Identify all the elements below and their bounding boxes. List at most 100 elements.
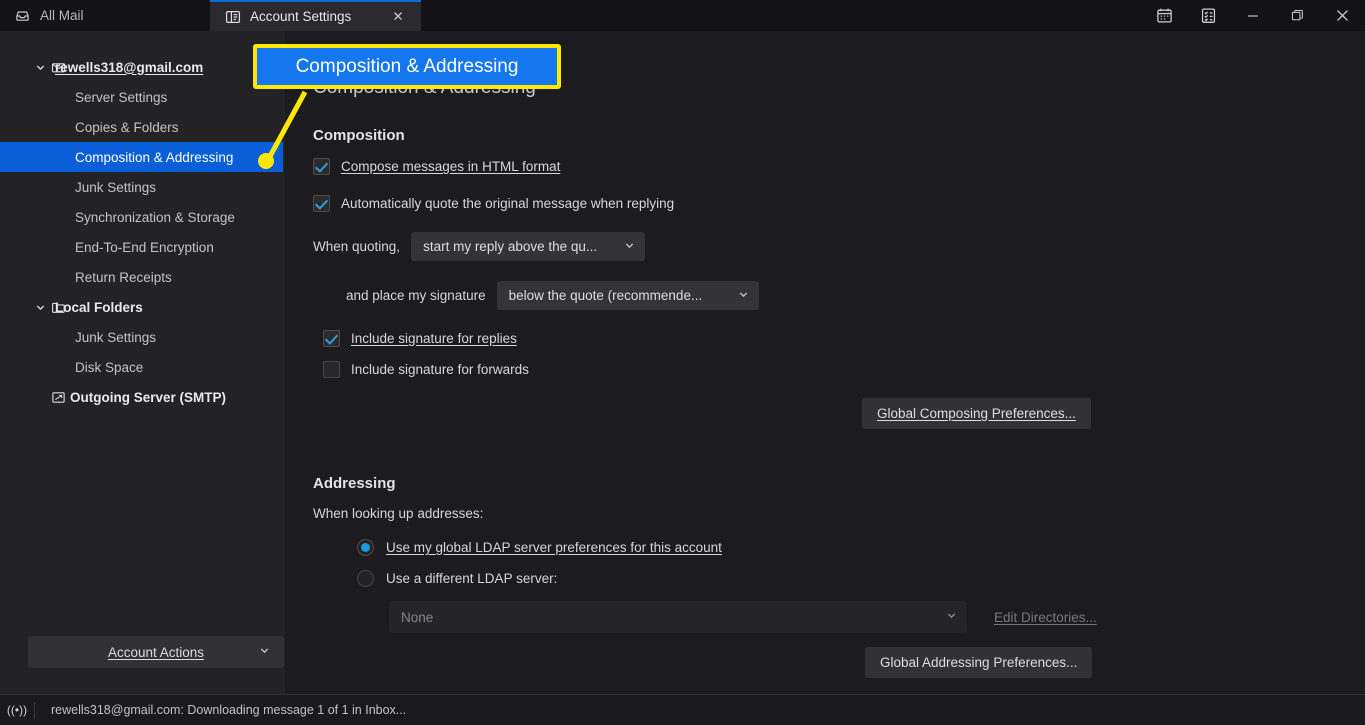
different-ldap-radio[interactable] <box>357 570 374 587</box>
different-ldap-label: Use a different LDAP server: <box>386 571 558 586</box>
sidebar-item-label: Composition & Addressing <box>75 149 234 165</box>
callout-label: Composition & Addressing <box>295 55 519 77</box>
global-addressing-label: Global Addressing Preferences... <box>880 655 1078 670</box>
lookup-addresses-label: When looking up addresses: <box>313 506 484 521</box>
activity-indicator-icon[interactable]: ((•)) <box>0 703 34 717</box>
sidebar-item-end-to-end-encryption[interactable]: End-To-End Encryption <box>0 232 285 262</box>
chevron-down-icon[interactable] <box>33 300 47 314</box>
auto-quote-row[interactable]: Automatically quote the original message… <box>313 195 1365 212</box>
tasks-icon[interactable] <box>1186 0 1230 31</box>
sidebar-item-server-settings[interactable]: Server Settings <box>0 82 285 112</box>
status-message: rewells318@gmail.com: Downloading messag… <box>51 703 407 717</box>
include-sig-forwards-row[interactable]: Include signature for forwards <box>323 361 1365 378</box>
folder-icon <box>51 300 66 315</box>
sidebar-item-composition-addressing[interactable]: Composition & Addressing <box>0 142 283 172</box>
tab-label: Account Settings <box>250 9 352 24</box>
global-composing-preferences-button[interactable]: Global Composing Preferences... <box>862 398 1091 429</box>
account-actions-button[interactable]: Account Actions <box>28 636 284 668</box>
place-signature-label: and place my signature <box>346 288 486 303</box>
smtp-server-icon <box>51 390 66 405</box>
place-signature-select[interactable]: below the quote (recommende... <box>496 281 759 310</box>
global-composing-label: Global Composing Preferences... <box>877 406 1076 421</box>
compose-html-row[interactable]: Compose messages in HTML format <box>313 158 1365 175</box>
when-quoting-value: start my reply above the qu... <box>423 239 598 254</box>
sidebar-item-label: Copies & Folders <box>75 119 179 135</box>
include-sig-replies-checkbox[interactable] <box>323 330 340 347</box>
global-ldap-radio[interactable] <box>357 539 374 556</box>
account-settings-icon <box>224 8 241 25</box>
sidebar-account-email: rewells318@gmail.com <box>55 59 204 75</box>
include-sig-forwards-checkbox[interactable] <box>323 361 340 378</box>
callout-badge: Composition & Addressing <box>253 44 561 89</box>
sidebar-item-return-receipts[interactable]: Return Receipts <box>0 262 285 292</box>
maximize-button[interactable] <box>1275 0 1320 31</box>
sidebar-item-account[interactable]: rewells318@gmail.com <box>0 52 285 82</box>
sidebar-item-outgoing-server[interactable]: Outgoing Server (SMTP) <box>0 382 285 412</box>
sidebar-item-label: Return Receipts <box>75 269 172 285</box>
close-tab-button[interactable]: ✕ <box>389 8 407 26</box>
place-signature-row: and place my signature below the quote (… <box>346 281 1365 310</box>
sidebar-item-label: End-To-End Encryption <box>75 239 214 255</box>
global-ldap-row[interactable]: Use my global LDAP server preferences fo… <box>357 539 1365 556</box>
calendar-icon[interactable] <box>1142 0 1186 31</box>
chevron-down-icon <box>259 645 270 659</box>
when-quoting-select[interactable]: start my reply above the qu... <box>411 232 646 261</box>
titlebar-controls <box>1142 0 1365 31</box>
place-signature-value: below the quote (recommende... <box>508 288 703 303</box>
sidebar-item-disk-space[interactable]: Disk Space <box>0 352 285 382</box>
addressing-section: Addressing When looking up addresses: Us… <box>313 475 1365 678</box>
global-ldap-label: Use my global LDAP server preferences fo… <box>386 540 722 555</box>
sidebar-item-label: Junk Settings <box>75 179 157 195</box>
global-addressing-row: Global Addressing Preferences... <box>865 647 1365 678</box>
sidebar-item-synchronization-storage[interactable]: Synchronization & Storage <box>0 202 285 232</box>
chevron-down-icon <box>730 289 749 303</box>
sidebar-item-label: Junk Settings <box>75 329 157 345</box>
settings-pane: Composition & Addressing Composition Com… <box>285 31 1365 694</box>
account-actions-label: Account Actions <box>107 644 205 660</box>
global-addressing-preferences-button[interactable]: Global Addressing Preferences... <box>865 647 1093 678</box>
edit-directories-button[interactable]: Edit Directories... <box>979 602 1112 633</box>
settings-sidebar: rewells318@gmail.com Server Settings Cop… <box>0 31 285 694</box>
include-sig-replies-label: Include signature for replies <box>351 331 517 346</box>
compose-html-label: Compose messages in HTML format <box>341 159 561 174</box>
composition-section: Composition Compose messages in HTML for… <box>313 127 1365 429</box>
sidebar-item-junk-settings[interactable]: Junk Settings <box>0 172 285 202</box>
sidebar-item-label: Synchronization & Storage <box>75 209 235 225</box>
ldap-server-value: None <box>401 609 434 625</box>
sidebar-item-label: Outgoing Server (SMTP) <box>70 389 227 405</box>
ldap-server-select[interactable]: None <box>389 601 967 633</box>
sidebar-item-local-junk-settings[interactable]: Junk Settings <box>0 322 285 352</box>
close-window-button[interactable] <box>1320 0 1365 31</box>
when-quoting-row: When quoting, start my reply above the q… <box>313 232 1365 261</box>
include-sig-replies-row[interactable]: Include signature for replies <box>323 330 1365 347</box>
include-sig-forwards-label: Include signature for forwards <box>351 362 529 377</box>
compose-html-checkbox[interactable] <box>313 158 330 175</box>
sidebar-item-label: Disk Space <box>75 359 144 375</box>
chevron-down-icon[interactable] <box>33 60 47 74</box>
tab-account-settings[interactable]: Account Settings ✕ <box>210 0 421 31</box>
ldap-server-row: None Edit Directories... <box>389 601 1365 633</box>
sidebar-item-local-folders[interactable]: Local Folders <box>0 292 285 322</box>
mail-icon <box>51 60 66 75</box>
global-composing-row: Global Composing Preferences... <box>862 398 1365 429</box>
status-bar: ((•)) rewells318@gmail.com: Downloading … <box>0 694 1365 725</box>
sidebar-tree: rewells318@gmail.com Server Settings Cop… <box>0 31 285 412</box>
auto-quote-checkbox[interactable] <box>313 195 330 212</box>
chevron-down-icon <box>938 610 957 624</box>
different-ldap-row[interactable]: Use a different LDAP server: <box>357 570 1365 587</box>
inbox-icon <box>14 7 31 24</box>
chevron-down-icon <box>616 240 635 254</box>
thunderbird-account-settings-window: All Mail Account Settings ✕ rewells318@g… <box>0 0 1365 725</box>
sidebar-group-label: Local Folders <box>55 299 143 315</box>
when-quoting-label: When quoting, <box>313 239 401 254</box>
sidebar-item-label: Server Settings <box>75 89 168 105</box>
tab-all-mail[interactable]: All Mail <box>0 0 210 31</box>
edit-directories-label: Edit Directories... <box>994 609 1097 625</box>
addressing-heading: Addressing <box>313 475 396 492</box>
tab-label: All Mail <box>40 8 84 23</box>
composition-heading: Composition <box>313 127 405 144</box>
auto-quote-label: Automatically quote the original message… <box>341 196 675 211</box>
sidebar-item-copies-folders[interactable]: Copies & Folders <box>0 112 285 142</box>
minimize-button[interactable] <box>1230 0 1275 31</box>
tab-bar: All Mail Account Settings ✕ <box>0 0 1365 31</box>
